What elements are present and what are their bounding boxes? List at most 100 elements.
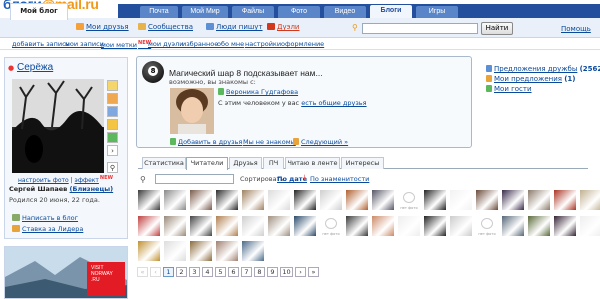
suggested-friend-photo[interactable] [170,88,214,134]
page-2[interactable]: 2 [176,267,187,277]
reader-thumbnail[interactable] [242,190,264,210]
page-8[interactable]: 8 [254,267,265,277]
search-input[interactable] [362,23,478,34]
reader-thumbnail[interactable] [320,190,342,210]
profile-username[interactable]: Серёжа [17,62,53,73]
gift-icon[interactable] [107,93,118,104]
reader-thumbnail[interactable] [372,190,394,210]
friend-offers-link[interactable]: Предложения дружбы [494,65,577,73]
reader-thumbnail[interactable] [346,216,368,236]
reader-thumbnail[interactable] [268,190,290,210]
ad-banner[interactable]: VISIT NORWAY .RU [4,246,128,299]
reader-thumbnail[interactable] [450,216,472,236]
reader-thumbnail[interactable] [216,241,238,261]
reader-thumbnail[interactable] [242,241,264,261]
suggested-friend-name[interactable]: Вероника Гудгафова [218,88,298,96]
my-offers-row[interactable]: Мои предложения (1) [486,74,600,84]
duels-link[interactable]: Дуэли [267,23,299,31]
reader-thumbnail[interactable]: нет фото [398,190,420,210]
my-friends-link[interactable]: Мои друзья [76,23,129,31]
tab-blogs[interactable]: Блоги [370,5,412,18]
next-suggestion-link[interactable]: Следующий » [293,138,348,146]
tab-reading-feed[interactable]: Читаю в ленте [285,157,340,169]
reader-thumbnail[interactable] [372,216,394,236]
page-6[interactable]: 6 [228,267,239,277]
photo-icon[interactable] [107,106,118,117]
menu-settings[interactable]: настройки [245,40,281,48]
menu-about-me[interactable]: обо мне [217,40,244,48]
leader-bid-link[interactable]: Ставка за Лидера [12,225,83,233]
page-7[interactable]: 7 [241,267,252,277]
my-guests-link[interactable]: Мои гости [494,85,532,93]
star-icon[interactable] [107,119,118,130]
add-friend-link[interactable]: Добавить в друзья [170,138,242,146]
friend-offers-row[interactable]: Предложения дружбы (25628) [486,64,600,74]
reader-thumbnail[interactable] [190,241,212,261]
menu-add-post[interactable]: добавить запись [12,40,70,48]
reader-thumbnail[interactable] [424,216,446,236]
avatar[interactable] [12,79,104,173]
menu-my-posts[interactable]: мои записи [65,40,104,48]
my-guests-row[interactable]: Мои гости [486,84,600,94]
tab-my-blog[interactable]: Мой блог [10,3,68,20]
reader-thumbnail[interactable] [476,190,498,210]
common-friends-link[interactable]: есть общие друзья [301,99,366,107]
menu-my-tags[interactable]: мои меткиNEW [101,40,151,49]
reader-thumbnail[interactable] [190,216,212,236]
reader-thumbnail[interactable] [294,190,316,210]
reader-thumbnail[interactable]: нет фото [320,216,342,236]
tab-my-world[interactable]: Мой Мир [182,6,228,18]
reader-thumbnail[interactable] [216,216,238,236]
page-5[interactable]: 5 [215,267,226,277]
friend-icon[interactable] [107,132,118,143]
reader-thumbnail[interactable] [164,190,186,210]
tab-friends[interactable]: Друзья [229,157,262,169]
reader-thumbnail[interactable] [138,241,160,261]
reader-thumbnail[interactable]: нет фото [476,216,498,236]
page-9[interactable]: 9 [267,267,278,277]
menu-design[interactable]: оформление [281,40,324,48]
tab-pch[interactable]: ПЧ [263,157,284,169]
reader-thumbnail[interactable] [554,216,576,236]
page-prev[interactable]: ‹ [150,267,161,277]
reader-thumbnail[interactable] [164,241,186,261]
reader-thumbnail[interactable] [502,216,524,236]
menu-my-duels[interactable]: мои дуэли [148,40,183,48]
reader-thumbnail[interactable] [190,190,212,210]
reader-thumbnail[interactable] [580,190,600,210]
page-3[interactable]: 3 [189,267,200,277]
tab-photo[interactable]: Фото [278,6,320,18]
reader-thumbnail[interactable] [528,190,550,210]
tab-interests[interactable]: Интересы [341,157,384,169]
effect-link[interactable]: эффект [75,177,99,184]
reader-thumbnail[interactable] [268,216,290,236]
reader-thumbnail[interactable] [554,190,576,210]
zodiac-link[interactable]: (Близнецы) [70,185,114,193]
tab-games[interactable]: Игры [416,6,458,18]
mail-icon[interactable] [107,80,118,91]
reader-thumbnail[interactable] [216,190,238,210]
reader-thumbnail[interactable] [398,216,420,236]
people-writing-link[interactable]: Люди пишут [206,23,263,31]
my-offers-link[interactable]: Мои предложения [494,75,562,83]
tab-video[interactable]: Видео [324,6,366,18]
communities-link[interactable]: Сообщества [138,23,193,31]
reader-thumbnail[interactable] [450,190,472,210]
page-10[interactable]: 10 [280,267,293,277]
menu-favorites[interactable]: избранное [182,40,218,48]
help-link[interactable]: Помощь [561,25,591,33]
reader-thumbnail[interactable] [242,216,264,236]
find-button[interactable]: Найти [481,22,513,35]
reader-thumbnail[interactable] [138,190,160,210]
tab-mail[interactable]: Почта [140,6,178,18]
reader-thumbnail[interactable] [164,216,186,236]
page-4[interactable]: 4 [202,267,213,277]
tab-files[interactable]: Файлы [232,6,274,18]
reader-thumbnail[interactable] [424,190,446,210]
reader-thumbnail[interactable] [502,190,524,210]
sort-by-fame[interactable]: По знаменитости [310,175,369,183]
not-familiar-link[interactable]: Мы не знакомы [243,138,296,146]
tab-statistics[interactable]: Статистика [142,157,186,169]
reader-thumbnail[interactable] [528,216,550,236]
page-first[interactable]: « [137,267,148,277]
